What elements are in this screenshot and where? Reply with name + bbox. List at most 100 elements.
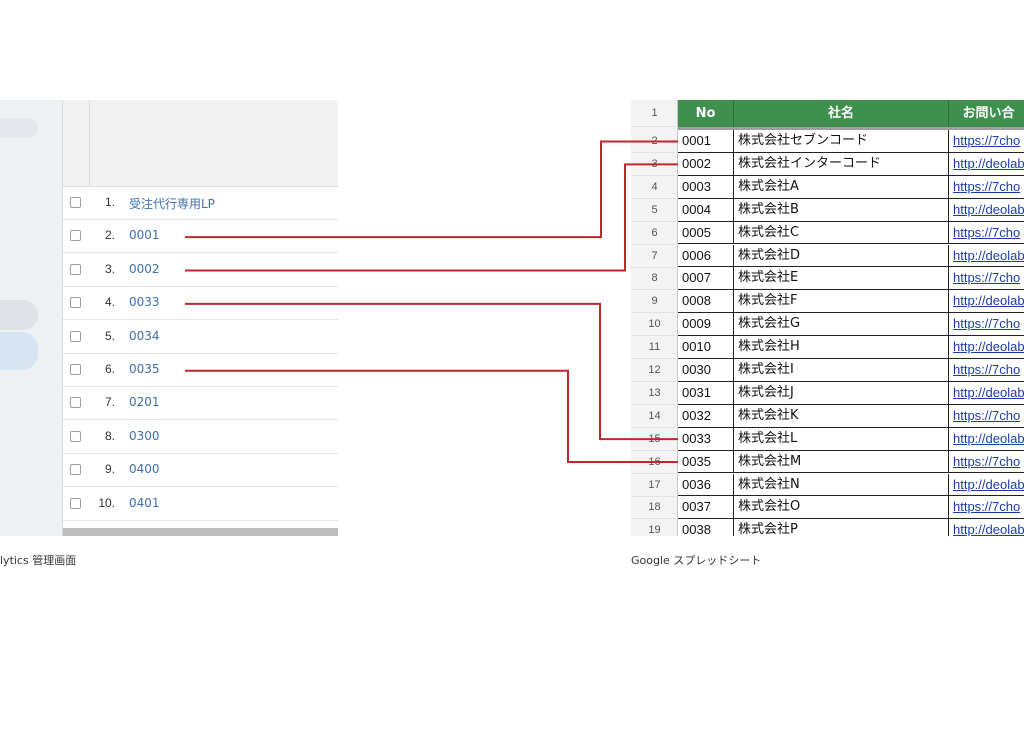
cell-company-name[interactable]: 株式会社F (734, 290, 949, 314)
cell-company-name[interactable]: 株式会社L (734, 427, 949, 451)
table-row[interactable]: 1. 受注代行専用LP (63, 187, 338, 220)
row-header[interactable]: 14 (631, 405, 678, 428)
cell-url-link[interactable]: https://7cho (949, 359, 1024, 382)
cell-url-link[interactable]: https://7cho (949, 313, 1024, 337)
cell-company-name[interactable]: 株式会社インターコード (734, 152, 949, 176)
page-link[interactable]: 0300 (129, 429, 160, 443)
page-link[interactable]: 0002 (129, 262, 160, 276)
cell-company-name[interactable]: 株式会社M (734, 450, 949, 474)
row-checkbox[interactable] (70, 330, 81, 342)
page-link[interactable]: 0401 (129, 496, 160, 510)
cell-no[interactable]: 0002 (678, 152, 734, 176)
sidebar-nav-item[interactable] (0, 118, 38, 138)
cell-company-name[interactable]: 株式会社O (734, 496, 949, 520)
cell-url-link[interactable]: https://7cho (949, 451, 1024, 474)
row-header[interactable]: 18 (631, 496, 678, 520)
row-header[interactable]: 12 (631, 359, 678, 382)
cell-company-name[interactable]: 株式会社P (734, 519, 949, 536)
cell-no[interactable]: 0004 (678, 198, 734, 222)
cell-no[interactable]: 0009 (678, 313, 734, 337)
table-row[interactable]: 8. 0300 (63, 421, 338, 454)
table-row[interactable]: 3. 0002 (63, 254, 338, 287)
cell-no[interactable]: 0007 (678, 267, 734, 291)
page-link[interactable]: 受注代行専用LP (129, 195, 215, 212)
cell-url-link[interactable]: http://deolab (949, 519, 1024, 536)
page-link[interactable]: 0001 (129, 228, 160, 242)
row-header[interactable]: 11 (631, 336, 678, 360)
cell-company-name[interactable]: 株式会社セブンコード (734, 130, 949, 153)
row-checkbox[interactable] (70, 364, 81, 375)
table-row[interactable]: 9. 0400 (63, 454, 338, 488)
table-row[interactable]: 7. 0201 (63, 387, 338, 421)
row-header[interactable]: 3 (631, 153, 678, 176)
cell-url-link[interactable]: http://deolab (949, 474, 1024, 497)
cell-no[interactable]: 0010 (678, 336, 734, 359)
cell-url-link[interactable]: https://7cho (949, 222, 1024, 245)
row-header[interactable]: 16 (631, 451, 678, 474)
cell-company-name[interactable]: 株式会社G (734, 313, 949, 337)
cell-company-name[interactable]: 株式会社H (734, 336, 949, 359)
cell-no[interactable]: 0032 (678, 404, 734, 428)
row-checkbox[interactable] (70, 263, 81, 275)
cell-company-name[interactable]: 株式会社D (734, 244, 949, 268)
row-header[interactable]: 5 (631, 199, 678, 222)
cell-no[interactable]: 0008 (678, 290, 734, 314)
table-row[interactable]: 5. 0034 (63, 321, 338, 354)
cell-company-name[interactable]: 株式会社B (734, 198, 949, 222)
cell-company-name[interactable]: 株式会社K (734, 404, 949, 428)
cell-url-link[interactable]: https://7cho (949, 267, 1024, 291)
cell-url-link[interactable]: http://deolab (949, 336, 1024, 359)
row-header[interactable]: 2 (631, 130, 678, 153)
cell-no[interactable]: 0006 (678, 244, 734, 268)
row-header[interactable]: 9 (631, 290, 678, 314)
row-header[interactable]: 6 (631, 222, 678, 245)
row-header[interactable]: 19 (631, 519, 678, 536)
page-link[interactable]: 0201 (129, 395, 160, 409)
sidebar-nav-item[interactable] (0, 300, 38, 330)
cell-no[interactable]: 0033 (678, 427, 734, 451)
cell-company-name[interactable]: 株式会社J (734, 381, 949, 405)
cell-url-link[interactable]: https://7cho (949, 496, 1024, 520)
row-checkbox[interactable] (70, 430, 81, 442)
table-row[interactable]: 4. 0033 (63, 287, 338, 321)
cell-url-link[interactable]: http://deolab (949, 153, 1024, 176)
table-row[interactable]: 10. 0401 (63, 488, 338, 521)
cell-no[interactable]: 0037 (678, 496, 734, 520)
cell-company-name[interactable]: 株式会社C (734, 221, 949, 245)
cell-url-link[interactable]: https://7cho (949, 130, 1024, 153)
cell-company-name[interactable]: 株式会社A (734, 175, 949, 199)
cell-url-link[interactable]: https://7cho (949, 405, 1024, 428)
column-header-cell[interactable]: お問い合 (949, 100, 1024, 127)
cell-url-link[interactable]: http://deolab (949, 382, 1024, 405)
row-checkbox[interactable] (70, 230, 81, 242)
table-row[interactable]: 6. 0035 (63, 354, 338, 387)
cell-url-link[interactable]: http://deolab (949, 428, 1024, 451)
horizontal-scrollbar[interactable] (63, 528, 338, 536)
cell-company-name[interactable]: 株式会社N (734, 473, 949, 497)
page-link[interactable]: 0035 (129, 362, 160, 376)
row-checkbox[interactable] (70, 497, 81, 509)
row-header[interactable]: 17 (631, 474, 678, 497)
row-checkbox[interactable] (70, 397, 81, 409)
cell-company-name[interactable]: 株式会社E (734, 267, 949, 291)
column-header-cell[interactable]: No (678, 100, 734, 127)
row-header[interactable]: 13 (631, 382, 678, 405)
cell-no[interactable]: 0035 (678, 450, 734, 474)
row-checkbox[interactable] (70, 197, 81, 208)
row-checkbox[interactable] (70, 464, 81, 476)
cell-company-name[interactable]: 株式会社I (734, 359, 949, 382)
cell-url-link[interactable]: http://deolab (949, 290, 1024, 314)
cell-no[interactable]: 0036 (678, 473, 734, 497)
row-header[interactable]: 4 (631, 176, 678, 199)
row-header[interactable]: 15 (631, 428, 678, 451)
cell-no[interactable]: 0001 (678, 130, 734, 153)
row-header[interactable]: 1 (631, 100, 678, 127)
page-link[interactable]: 0033 (129, 295, 160, 309)
page-link[interactable]: 0400 (129, 462, 160, 476)
cell-no[interactable]: 0003 (678, 175, 734, 199)
table-row[interactable]: 2. 0001 (63, 220, 338, 254)
cell-url-link[interactable]: http://deolab (949, 245, 1024, 268)
cell-url-link[interactable]: http://deolab (949, 199, 1024, 222)
page-link[interactable]: 0034 (129, 329, 160, 343)
cell-no[interactable]: 0005 (678, 221, 734, 245)
